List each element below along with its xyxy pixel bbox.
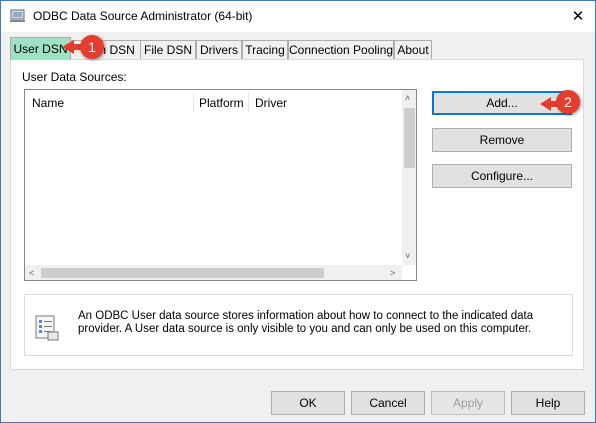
tab-tracing[interactable]: Tracing [242,40,288,59]
column-divider [193,92,194,112]
tab-label: About [397,43,429,57]
tab-label: Tracing [245,43,285,57]
cancel-button[interactable]: Cancel [351,391,425,415]
user-data-sources-label: User Data Sources: [22,70,127,84]
tab-label: Drivers [200,43,238,57]
column-header-name[interactable]: Name [32,96,64,110]
info-description: An ODBC User data source stores informat… [78,310,534,335]
horizontal-scroll-thumb[interactable] [41,268,324,278]
step-badge-1: 1 [80,35,104,59]
vertical-scroll-thumb[interactable] [404,108,415,168]
configure-button[interactable]: Configure... [432,164,572,188]
scroll-left-icon[interactable]: < [29,268,34,278]
scroll-up-icon[interactable]: ˄ [405,93,410,103]
odbc-app-icon [10,9,25,22]
help-button[interactable]: Help [511,391,585,415]
ok-button[interactable]: OK [271,391,345,415]
remove-button[interactable]: Remove [432,128,572,152]
apply-button: Apply [431,391,505,415]
window-title: ODBC Data Source Administrator (64-bit) [33,9,253,23]
title-bar: ODBC Data Source Administrator (64-bit) … [1,1,595,32]
scroll-down-icon[interactable]: ˅ [405,251,410,261]
close-button[interactable]: ✕ [561,3,595,31]
tab-label: Connection Pooling [289,43,394,57]
tab-file-dsn[interactable]: File DSN [140,40,196,59]
tab-drivers[interactable]: Drivers [196,40,242,59]
data-source-icon [35,315,59,341]
close-icon: ✕ [571,8,585,25]
tab-label: User DSN [13,42,68,56]
scroll-right-icon[interactable]: > [390,268,395,278]
tab-connection-pooling[interactable]: Connection Pooling [288,40,394,59]
user-data-sources-list[interactable] [24,89,417,281]
column-divider [248,92,249,112]
column-header-platform[interactable]: Platform [199,96,244,110]
column-header-driver[interactable]: Driver [255,96,287,110]
tab-label: File DSN [143,43,192,57]
tab-about[interactable]: About [394,40,432,59]
step-badge-2: 2 [556,90,580,114]
